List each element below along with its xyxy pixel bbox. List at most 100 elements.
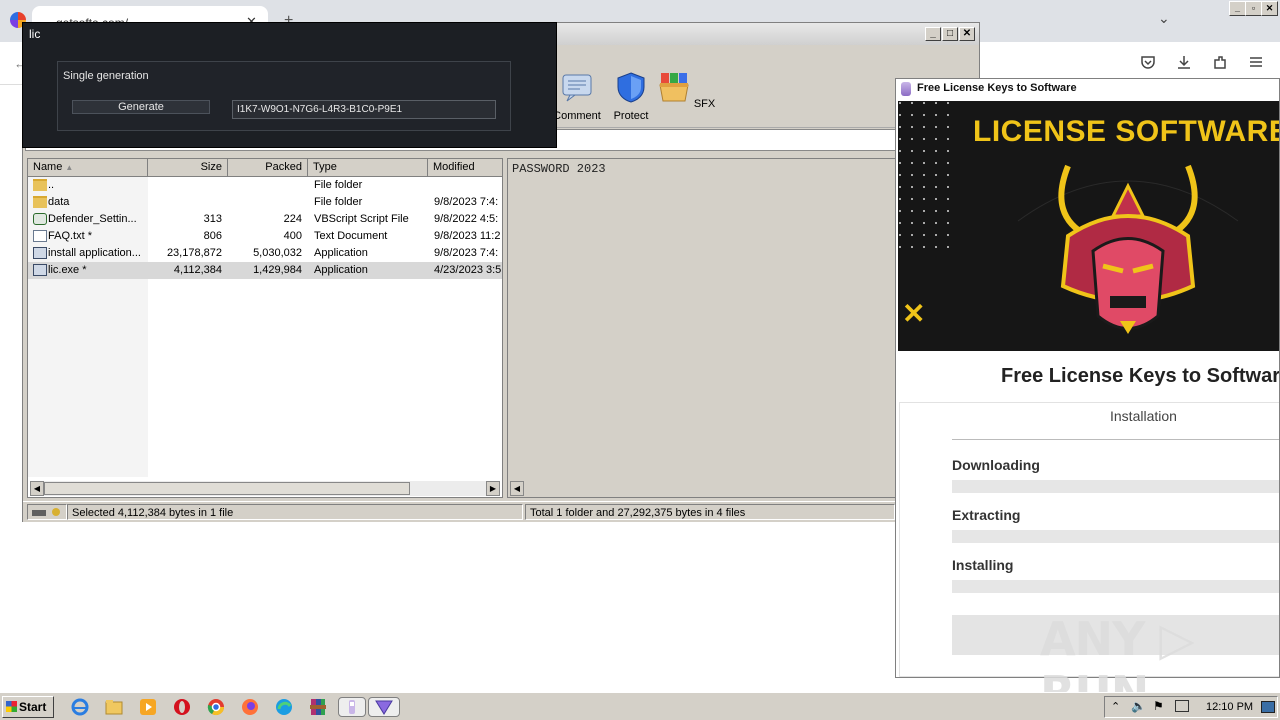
installer-title: Free License Keys to Software <box>917 82 1077 94</box>
file-modified: 9/8/2023 7:4: <box>434 247 499 259</box>
file-type: File folder <box>314 196 363 208</box>
chrome-icon[interactable] <box>206 697 226 717</box>
shield-icon <box>617 72 645 103</box>
installer-icon[interactable] <box>338 697 366 717</box>
column-name[interactable]: Name ▲ <box>28 159 148 176</box>
script-file-icon <box>33 213 47 225</box>
column-packed[interactable]: Packed <box>228 159 308 176</box>
file-packed: 400 <box>283 230 302 242</box>
installer-banner: LICENSE SOFTWARE KE ✕ <box>898 101 1280 351</box>
file-type: Application <box>314 247 368 259</box>
file-row[interactable]: FAQ.txt * 806 400 Text Document 9/8/2023 11:… <box>28 228 502 245</box>
sfx-icon <box>659 73 689 102</box>
file-packed: 5,030,032 <box>253 247 302 259</box>
show-desktop-icon[interactable] <box>1261 701 1275 713</box>
banner-x-mark: ✕ <box>902 298 926 329</box>
file-modified: 9/8/2023 11:2 <box>434 230 501 242</box>
sfx-button-label: SFX <box>693 98 716 110</box>
download-icon[interactable] <box>1176 54 1192 70</box>
pocket-icon[interactable] <box>1140 54 1156 70</box>
single-generation-group: Single generation Generate I1K7-W9O1-N7G… <box>57 61 511 131</box>
file-size: 806 <box>203 230 222 242</box>
browser-maximize-button[interactable]: ▫ <box>1245 1 1262 16</box>
samurai-mask-icon <box>1058 164 1198 334</box>
file-list[interactable]: Name ▲ Size Packed Type Modified .. File … <box>27 158 503 498</box>
column-modified[interactable]: Modified <box>428 159 502 176</box>
file-name: lic.exe * <box>48 264 87 276</box>
firefox-icon[interactable] <box>240 697 260 717</box>
extracting-progress-bar <box>952 530 1279 543</box>
sort-arrow-icon: ▲ <box>65 163 74 172</box>
media-player-icon[interactable] <box>138 697 158 717</box>
winrar-maximize-button[interactable]: □ <box>942 27 958 41</box>
file-packed: 1,429,984 <box>253 264 302 276</box>
stage-downloading-label: Downloading <box>952 457 1040 473</box>
column-size[interactable]: Size <box>148 159 228 176</box>
installer-heading: Free License Keys to Softwar <box>1001 365 1280 387</box>
network-icon[interactable] <box>1175 700 1189 712</box>
stage-installing-label: Installing <box>952 557 1014 573</box>
license-key-field[interactable]: I1K7-W9O1-N7G6-L4R3-B1C0-P9E1 <box>232 100 496 119</box>
lic-dialog: lic Single generation Generate I1K7-W9O1… <box>22 22 557 148</box>
comment-scrollbar[interactable]: ◀ <box>510 481 894 496</box>
file-row[interactable]: lic.exe * 4,112,384 1,429,984 Application 4/… <box>28 262 502 279</box>
file-type: Application <box>314 264 368 276</box>
browser-minimize-button[interactable]: _ <box>1229 1 1246 16</box>
scroll-right-icon[interactable]: ▶ <box>486 481 500 496</box>
file-modified: 9/8/2022 4:5: <box>434 213 499 225</box>
file-size: 4,112,384 <box>173 264 222 276</box>
ie-icon[interactable] <box>70 697 90 717</box>
windows-logo-icon <box>6 701 17 712</box>
file-size: 23,178,872 <box>166 247 222 259</box>
file-list-header: Name ▲ Size Packed Type Modified <box>28 159 502 177</box>
comment-pane: PASSWORD 2023 ◀ <box>507 158 897 498</box>
installer-titlebar[interactable]: Free License Keys to Software <box>896 79 1279 99</box>
lic-dialog-title: lic <box>29 27 41 41</box>
generate-button[interactable]: Generate <box>72 100 210 114</box>
application-icon <box>33 247 47 259</box>
banner-title: LICENSE SOFTWARE KE <box>973 115 1280 148</box>
file-type: VBScript Script File <box>314 213 409 225</box>
tab-list-icon[interactable]: ⌄ <box>1158 10 1170 27</box>
file-type: File folder <box>314 179 363 191</box>
application-icon <box>33 264 47 276</box>
file-row[interactable]: .. File folder <box>28 177 502 194</box>
file-row[interactable]: Defender_Settin... 313 224 VBScript Script … <box>28 211 502 228</box>
volume-icon[interactable]: 🔈 <box>1131 699 1146 713</box>
scroll-left-icon[interactable]: ◀ <box>510 481 524 496</box>
extensions-icon[interactable] <box>1212 54 1228 70</box>
status-bar: Selected 4,112,384 bytes in 1 file Total… <box>23 501 979 522</box>
file-row[interactable]: data File folder 9/8/2023 7:4: <box>28 194 502 211</box>
file-type: Text Document <box>314 230 388 242</box>
scroll-left-icon[interactable]: ◀ <box>30 481 44 496</box>
drive-status-icon <box>27 504 67 520</box>
scroll-thumb[interactable] <box>44 482 410 495</box>
folder-icon <box>33 179 47 191</box>
triangle-app-icon[interactable] <box>368 697 400 717</box>
installer-app-icon <box>901 82 911 96</box>
file-packed: 224 <box>283 213 302 225</box>
tray-expand-icon[interactable]: ⌃ <box>1111 700 1120 713</box>
file-modified: 9/8/2023 7:4: <box>434 196 499 208</box>
file-list-scrollbar[interactable]: ◀ ▶ <box>30 481 500 496</box>
file-name: Defender_Settin... <box>48 213 137 225</box>
downloading-progress-bar <box>952 480 1279 493</box>
explorer-icon[interactable] <box>104 697 124 717</box>
file-row[interactable]: install application... 23,178,872 5,030,03… <box>28 245 502 262</box>
status-total: Total 1 folder and 27,292,375 bytes in 4… <box>525 504 895 520</box>
start-button[interactable]: Start <box>2 696 54 718</box>
edge-icon[interactable] <box>274 697 294 717</box>
start-label: Start <box>19 700 47 714</box>
protect-button[interactable]: Protect <box>601 71 661 122</box>
menu-icon[interactable] <box>1248 54 1264 70</box>
browser-close-button[interactable]: ✕ <box>1261 1 1278 16</box>
winrar-icon[interactable] <box>308 697 328 717</box>
flag-icon[interactable]: ⚑ <box>1153 699 1164 713</box>
protect-button-label: Protect <box>613 110 649 122</box>
opera-icon[interactable] <box>172 697 192 717</box>
sfx-button[interactable]: SFX <box>656 71 716 110</box>
winrar-minimize-button[interactable]: _ <box>925 27 941 41</box>
column-type[interactable]: Type <box>308 159 428 176</box>
winrar-close-button[interactable]: ✕ <box>959 27 975 41</box>
installer-window: Free License Keys to Software LICENSE SO… <box>895 78 1280 678</box>
